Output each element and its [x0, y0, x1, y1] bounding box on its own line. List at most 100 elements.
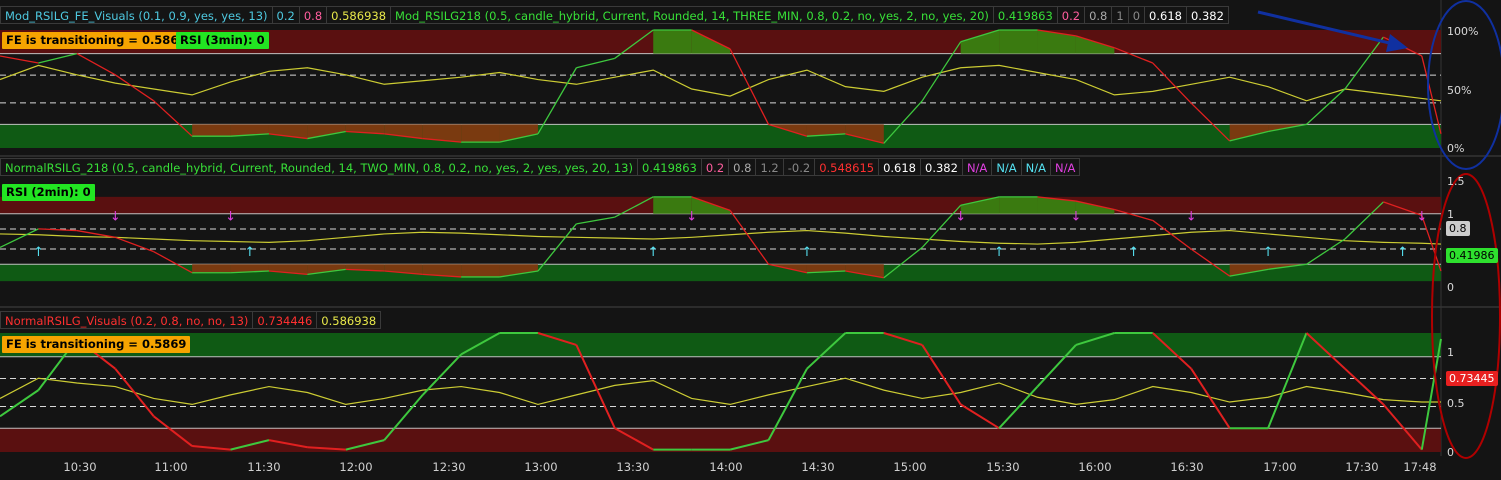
buy-arrow-icon: ↑ [802, 245, 813, 260]
rsi-series-segment [38, 52, 78, 64]
buy-arrow-icon: ↑ [648, 245, 659, 260]
header-value: N/A [1051, 158, 1081, 176]
time-tick-label: 12:30 [432, 460, 466, 474]
header-value: 0.586938 [327, 6, 392, 24]
header-value: 0.586938 [317, 311, 382, 329]
header-value: -0.2 [783, 158, 816, 176]
header-value: N/A [962, 158, 993, 176]
oversold-area [461, 264, 500, 277]
fe-series-line [0, 229, 1442, 245]
panel1-axis-100: 100% [1447, 25, 1479, 38]
rsi-series-segment [1152, 62, 1192, 104]
oversold-area [461, 124, 500, 143]
buy-arrow-icon: ↑ [244, 245, 255, 260]
time-tick-label: 14:30 [801, 460, 835, 474]
panel3-value-badge: 0.73445 [1446, 371, 1498, 386]
time-tick-label: 13:00 [524, 460, 558, 474]
panel1-rsi-tag: RSI (3min): 0 [176, 32, 269, 49]
time-tick-label: 15:30 [986, 460, 1020, 474]
header-value: 0.419863 [993, 6, 1058, 24]
time-tick-label: 13:30 [616, 460, 650, 474]
header-value: Mod_RSILG_FE_Visuals (0.1, 0.9, yes, yes… [0, 6, 273, 24]
panel1-axis-50: 50% [1447, 84, 1472, 97]
rsi-series-segment [114, 368, 155, 417]
upper-zone-band [0, 333, 1441, 357]
header-value: 0.618 [879, 158, 922, 176]
oversold-area [192, 264, 231, 273]
header-value: N/A [1021, 158, 1052, 176]
time-tick-label: 14:00 [709, 460, 743, 474]
panel3-axis-0-5: 0.5 [1447, 397, 1465, 410]
time-tick-label: 17:48 [1403, 460, 1437, 474]
time-tick-label: 17:00 [1263, 460, 1297, 474]
sell-arrow-icon: ↓ [225, 209, 236, 224]
header-value: Mod_RSILG218 (0.5, candle_hybrid, Curren… [391, 6, 994, 24]
sell-arrow-icon: ↓ [110, 209, 121, 224]
header-value: 0.2 [272, 6, 300, 24]
header-value: 1.2 [756, 158, 784, 176]
rsi-series-segment [729, 48, 770, 125]
rsi-series-segment [76, 53, 116, 76]
rsi-series-segment [115, 236, 154, 253]
panel1-fe-tag: FE is transitioning = 0.5869 [2, 32, 191, 49]
header-value: 0.382 [1186, 6, 1229, 24]
sell-arrow-icon: ↓ [1070, 209, 1081, 224]
time-tick-label: 11:00 [154, 460, 188, 474]
rsi-series-segment [576, 216, 615, 225]
header-value: 1 [1112, 6, 1129, 24]
panel1-axis-0: 0% [1447, 142, 1465, 155]
buy-arrow-icon: ↑ [1128, 245, 1139, 260]
time-tick-label: 16:30 [1170, 460, 1204, 474]
header-value: 0.8 [1085, 6, 1113, 24]
panel3-study-header: NormalRSILG_Visuals (0.2, 0.8, no, no, 1… [0, 311, 382, 329]
panel2-level-badge: 0.8 [1446, 221, 1470, 236]
rsi-series-segment [998, 385, 1039, 429]
panel2-axis-1-5: 1.5 [1447, 175, 1465, 188]
header-value: 0.2 [701, 158, 730, 176]
buy-arrow-icon: ↑ [994, 245, 1005, 260]
sell-arrow-icon: ↓ [1416, 209, 1427, 224]
time-tick-label: 11:30 [247, 460, 281, 474]
fe-series-line [0, 64, 1442, 102]
time-tick-label: 16:00 [1078, 460, 1112, 474]
rsi-series-segment [729, 209, 770, 265]
annotation-ellipse-red [1431, 173, 1501, 459]
time-tick-label: 15:00 [893, 460, 927, 474]
fe-series-line [0, 377, 1441, 406]
sell-arrow-icon: ↓ [1186, 209, 1197, 224]
overbought-area [999, 196, 1038, 214]
header-value: 0.734446 [253, 311, 318, 329]
sell-arrow-icon: ↓ [955, 209, 966, 224]
panel2-study-header: NormalRSILG_218 (0.5, candle_hybrid, Cur… [0, 158, 1081, 176]
time-tick-label: 17:30 [1345, 460, 1379, 474]
time-tick-label: 10:30 [63, 460, 97, 474]
time-tick-label: 12:00 [339, 460, 373, 474]
panel3-axis-1: 1 [1447, 346, 1454, 359]
buy-arrow-icon: ↑ [33, 245, 44, 260]
panel3-fe-tag: FE is transitioning = 0.5869 [2, 336, 191, 353]
rsi-series-segment [960, 403, 1000, 430]
panel1-study-header: Mod_RSILG_FE_Visuals (0.1, 0.9, yes, yes… [0, 6, 1229, 24]
oversold-area [192, 124, 231, 137]
panel3-axis-0: 0 [1447, 446, 1454, 459]
header-value: 0.548615 [815, 158, 880, 176]
rsi-series-segment [1344, 367, 1385, 406]
header-value: 0.419863 [637, 158, 702, 176]
rsi-series-segment [576, 57, 615, 69]
header-value: 0.382 [921, 158, 963, 176]
rsi-series-segment [0, 389, 39, 418]
overbought-area [653, 30, 692, 54]
header-value: N/A [992, 158, 1022, 176]
panel2-axis-1: 1 [1447, 208, 1454, 221]
header-value: 0.2 [1057, 6, 1086, 24]
header-value: 0.8 [729, 158, 757, 176]
chart-canvas: ↑ ↓ ↓ ↑ ↑ ↓ ↑ ↓ ↑ ↓ ↑ ↓ ↑ ↑ ↓ [0, 0, 1501, 459]
panel2-rsi-tag: RSI (2min): 0 [2, 184, 95, 201]
panel2-value-badge: 0.41986 [1446, 248, 1498, 263]
header-value: NormalRSILG_Visuals (0.2, 0.8, no, no, 1… [0, 311, 254, 329]
rsi-series-segment [1306, 238, 1346, 265]
panel2-axis-0: 0 [1447, 281, 1454, 294]
buy-arrow-icon: ↑ [1397, 245, 1408, 260]
header-value: 0.8 [299, 6, 328, 24]
sell-arrow-icon: ↓ [686, 209, 697, 224]
